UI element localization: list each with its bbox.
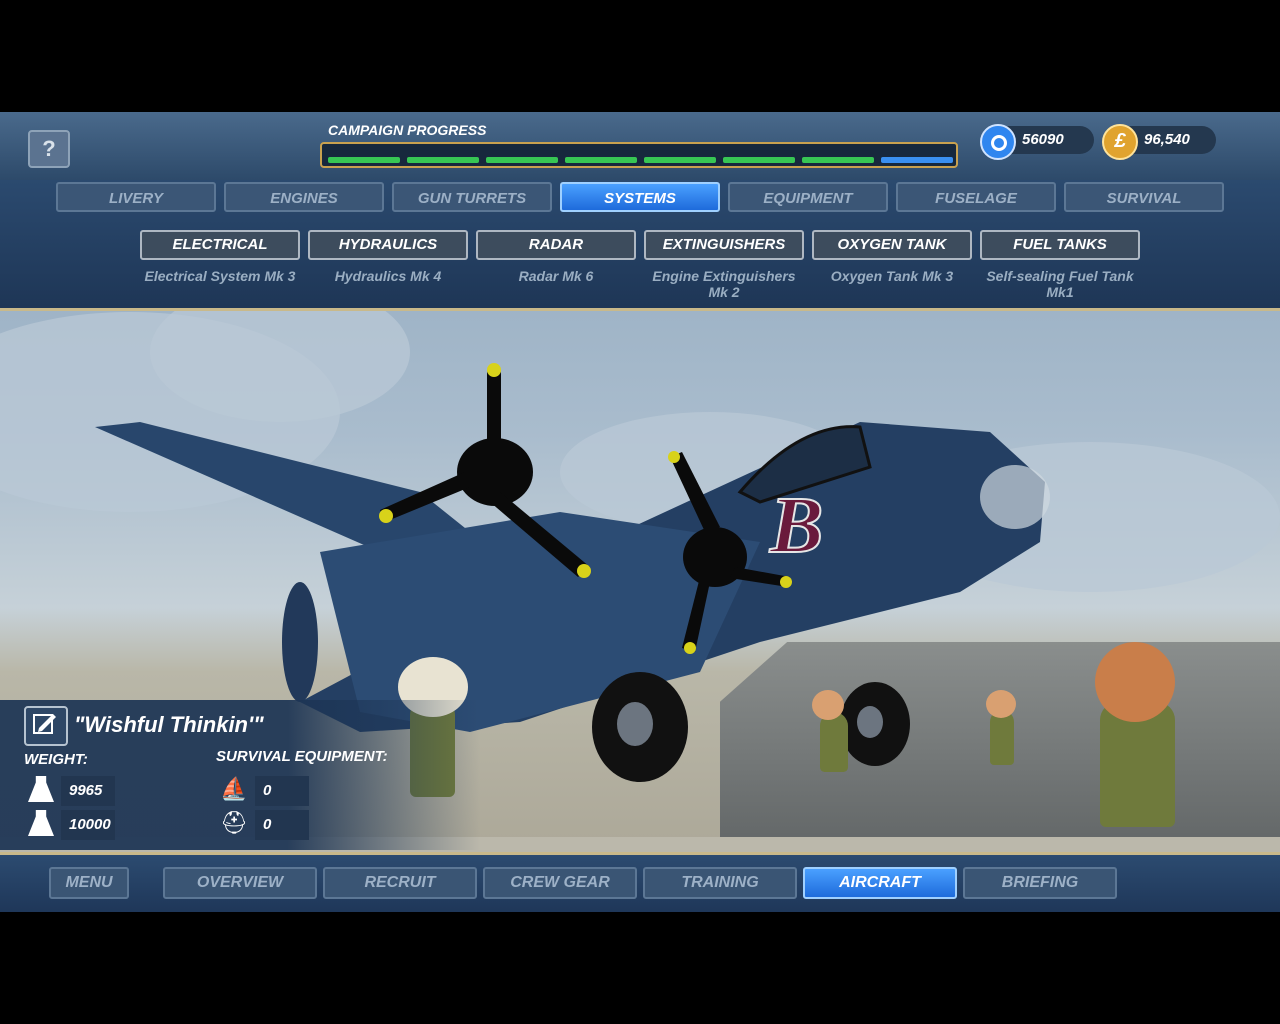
bottom-nav: MENU OVERVIEW RECRUIT CREW GEAR TRAINING AIR… bbox=[0, 852, 1280, 912]
nav-training[interactable]: TRAINING bbox=[643, 867, 797, 899]
survival-equipment-label: SURVIVAL EQUIPMENT: bbox=[216, 748, 388, 765]
crew-member bbox=[990, 710, 1014, 765]
system-equipped-value: Engine Extinguishers Mk 2 bbox=[652, 268, 796, 300]
help-button[interactable]: ? bbox=[28, 130, 70, 168]
progress-segment bbox=[328, 157, 400, 163]
system-equipped-value: Self-sealing Fuel Tank Mk1 bbox=[986, 268, 1134, 300]
tab-systems[interactable]: SYSTEMS bbox=[560, 182, 720, 212]
life-vest-icon: ⛑ bbox=[220, 810, 248, 835]
edit-name-button[interactable] bbox=[24, 706, 68, 746]
customization-panel: LIVERY ENGINES GUN TURRETS SYSTEMS EQUIPMENT… bbox=[0, 180, 1280, 311]
system-equipped-value: Hydraulics Mk 4 bbox=[334, 268, 442, 284]
system-oxygen-tank-button[interactable]: OXYGEN TANK bbox=[812, 230, 972, 260]
tab-fuselage[interactable]: FUSELAGE bbox=[896, 182, 1056, 212]
system-hydraulics-button[interactable]: HYDRAULICS bbox=[308, 230, 468, 260]
money-display: £ 96,540 bbox=[1102, 124, 1216, 160]
progress-segment bbox=[407, 157, 479, 163]
progress-segment bbox=[802, 157, 874, 163]
campaign-progress-bar bbox=[320, 142, 958, 168]
points-value: 56090 bbox=[1022, 131, 1064, 148]
campaign-progress-label: CAMPAIGN PROGRESS bbox=[328, 122, 487, 138]
system-equipped-value: Electrical System Mk 3 bbox=[144, 268, 296, 284]
survival-a-value: 0 bbox=[255, 776, 309, 806]
nav-aircraft[interactable]: AIRCRAFT bbox=[803, 867, 957, 899]
points-display: 56090 bbox=[980, 124, 1094, 160]
nav-crew-gear[interactable]: CREW GEAR bbox=[483, 867, 637, 899]
weight-label: WEIGHT: bbox=[24, 751, 88, 768]
edit-icon bbox=[33, 714, 56, 734]
campaign-progress: CAMPAIGN PROGRESS bbox=[320, 122, 960, 168]
top-bar: ? CAMPAIGN PROGRESS 56090 £ 96,540 bbox=[0, 112, 1280, 182]
progress-segment bbox=[881, 157, 953, 163]
system-equipped-value: Radar Mk 6 bbox=[518, 268, 594, 284]
crew-member-head bbox=[986, 690, 1016, 718]
tab-engines[interactable]: ENGINES bbox=[224, 182, 384, 212]
nav-briefing[interactable]: BRIEFING bbox=[963, 867, 1117, 899]
nav-recruit[interactable]: RECRUIT bbox=[323, 867, 477, 899]
menu-button[interactable]: MENU bbox=[49, 867, 129, 899]
money-value: 96,540 bbox=[1144, 131, 1190, 148]
crew-member-head bbox=[812, 690, 844, 720]
system-extinguishers-button[interactable]: EXTINGUISHERS bbox=[644, 230, 804, 260]
system-equipped-value: Oxygen Tank Mk 3 bbox=[830, 268, 954, 284]
nav-overview[interactable]: OVERVIEW bbox=[163, 867, 317, 899]
game-view: B ? CAMPAIGN PROGRESS 56090 £ 96,540 LIV… bbox=[0, 112, 1280, 912]
max-weight-value: 10000 bbox=[61, 810, 115, 840]
system-radar-button[interactable]: RADAR bbox=[476, 230, 636, 260]
progress-segment bbox=[486, 157, 558, 163]
progress-segment bbox=[565, 157, 637, 163]
tab-gun-turrets[interactable]: GUN TURRETS bbox=[392, 182, 552, 212]
nose-letter: B bbox=[769, 482, 823, 570]
system-fuel-tanks-button[interactable]: FUEL TANKS bbox=[980, 230, 1140, 260]
progress-segment bbox=[644, 157, 716, 163]
system-electrical-button[interactable]: ELECTRICAL bbox=[140, 230, 300, 260]
weight-value: 9965 bbox=[61, 776, 115, 806]
tab-livery[interactable]: LIVERY bbox=[56, 182, 216, 212]
points-icon bbox=[980, 124, 1016, 160]
aircraft-name: "Wishful Thinkin'" bbox=[74, 712, 264, 737]
pound-coin-icon: £ bbox=[1102, 124, 1138, 160]
crew-member bbox=[820, 712, 848, 772]
life-raft-icon: ⛵ bbox=[220, 776, 248, 801]
tab-equipment[interactable]: EQUIPMENT bbox=[728, 182, 888, 212]
crew-member-head bbox=[1095, 642, 1175, 722]
tab-survival[interactable]: SURVIVAL bbox=[1064, 182, 1224, 212]
survival-b-value: 0 bbox=[255, 810, 309, 840]
progress-segment bbox=[723, 157, 795, 163]
